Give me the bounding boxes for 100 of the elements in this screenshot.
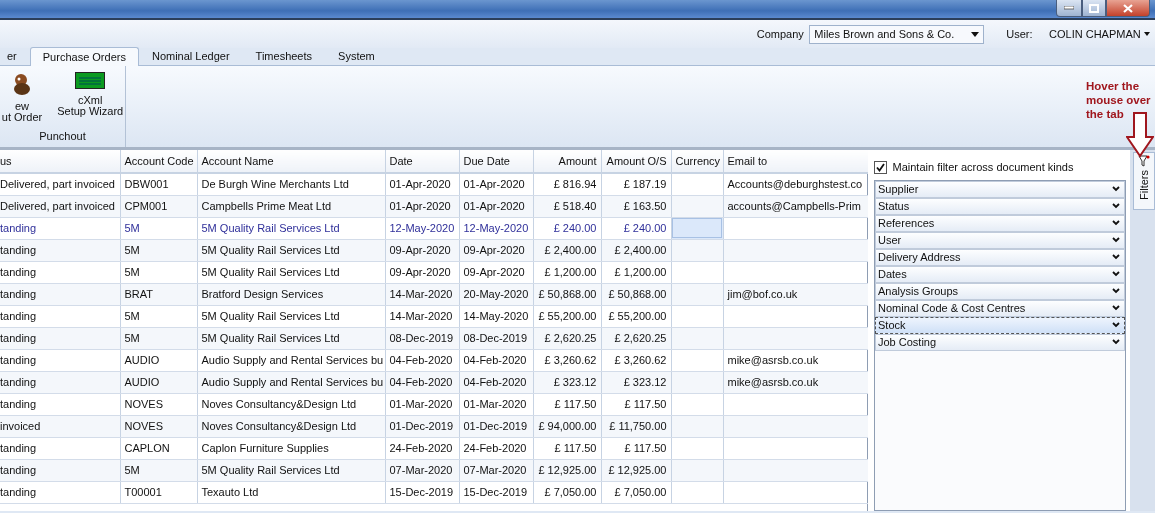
table-cell: mike@asrsb.co.uk bbox=[723, 371, 868, 393]
minimize-icon bbox=[1063, 6, 1074, 10]
ribbon-tab[interactable]: Timesheets bbox=[242, 45, 326, 65]
table-cell: Noves Consultancy&Design Ltd bbox=[197, 415, 385, 437]
column-header[interactable]: Account Name bbox=[197, 150, 385, 173]
filters-side-tab[interactable]: Filters bbox=[1132, 152, 1155, 210]
table-cell: £ 240.00 bbox=[601, 217, 671, 239]
table-cell: Bratford Design Services bbox=[197, 283, 385, 305]
table-cell: Caplon Furniture Supplies bbox=[197, 437, 385, 459]
user-menu[interactable]: COLIN CHAPMAN bbox=[1049, 25, 1150, 43]
chevron-icon bbox=[1112, 288, 1120, 294]
close-icon bbox=[1122, 3, 1133, 13]
table-cell: 14-May-2020 bbox=[459, 305, 533, 327]
close-button[interactable] bbox=[1105, 0, 1150, 17]
group-label: Punchout bbox=[39, 128, 86, 144]
filter-section[interactable]: Job Costing bbox=[875, 333, 1125, 351]
table-cell: tanding bbox=[0, 349, 120, 371]
table-cell: £ 117.50 bbox=[601, 393, 671, 415]
checkbox-label: Maintain filter across document kinds bbox=[892, 159, 1074, 175]
table-cell: 01-Apr-2020 bbox=[459, 173, 533, 195]
table-cell: £ 55,200.00 bbox=[601, 305, 671, 327]
annotation-text: Hover the mouse over the tab bbox=[1086, 80, 1152, 122]
table-cell: 01-Mar-2020 bbox=[459, 393, 533, 415]
table-cell: tanding bbox=[0, 261, 120, 283]
table-cell: jim@bof.co.uk bbox=[723, 283, 868, 305]
table-cell: 5M Quality Rail Services Ltd bbox=[197, 459, 385, 481]
column-header[interactable]: Date bbox=[385, 150, 459, 173]
ribbon-button[interactable]: cXml Setup Wizard bbox=[55, 71, 126, 117]
filter-icon bbox=[1137, 155, 1150, 167]
table-cell: 12-May-2020 bbox=[385, 217, 459, 239]
caret-icon bbox=[1143, 32, 1150, 36]
table-cell: £ 117.50 bbox=[533, 437, 601, 459]
ribbon-tab[interactable]: System bbox=[325, 45, 388, 65]
table-cell: tanding bbox=[0, 283, 120, 305]
table-cell: tanding bbox=[0, 393, 120, 415]
table-cell: Delivered, part invoiced bbox=[0, 195, 120, 217]
table-cell: £ 240.00 bbox=[533, 217, 601, 239]
table-cell: 5M bbox=[120, 261, 197, 283]
table-cell: £ 1,200.00 bbox=[601, 261, 671, 283]
table-cell: £ 187.19 bbox=[601, 173, 671, 195]
table-cell: 04-Feb-2020 bbox=[385, 349, 459, 371]
ribbon-tab[interactable]: Purchase Orders bbox=[29, 46, 139, 66]
maximize-button[interactable] bbox=[1081, 0, 1106, 17]
column-header[interactable]: Amount bbox=[533, 150, 601, 173]
table-cell: 5M Quality Rail Services Ltd bbox=[197, 239, 385, 261]
table-cell: £ 3,260.62 bbox=[601, 349, 671, 371]
maximize-icon bbox=[1088, 3, 1099, 13]
ribbon-tab[interactable]: Nominal Ledger bbox=[138, 45, 243, 65]
table-cell: £ 3,260.62 bbox=[533, 349, 601, 371]
table-cell: 04-Feb-2020 bbox=[459, 349, 533, 371]
user-label: User: bbox=[1006, 26, 1033, 42]
minimize-button[interactable] bbox=[1055, 0, 1082, 17]
table-cell: 24-Feb-2020 bbox=[385, 437, 459, 459]
table-cell: tanding bbox=[0, 305, 120, 327]
column-header[interactable]: Account Code bbox=[120, 150, 197, 173]
table-cell: tanding bbox=[0, 239, 120, 261]
table-cell: 01-Apr-2020 bbox=[385, 173, 459, 195]
table-cell: 24-Feb-2020 bbox=[459, 437, 533, 459]
table-cell: invoiced bbox=[0, 415, 120, 437]
ribbon-button[interactable]: ew ut Order bbox=[0, 71, 45, 123]
table-cell: 12-May-2020 bbox=[459, 217, 533, 239]
table-cell: NOVES bbox=[120, 393, 197, 415]
table-cell: tanding bbox=[0, 371, 120, 393]
table-cell: 09-Apr-2020 bbox=[459, 261, 533, 283]
chevron-icon bbox=[1112, 339, 1120, 345]
column-header[interactable]: us bbox=[0, 150, 120, 173]
table-cell: 5M Quality Rail Services Ltd bbox=[197, 305, 385, 327]
table-cell: tanding bbox=[0, 327, 120, 349]
table-cell: T00001 bbox=[120, 481, 197, 503]
cartoon-figure-icon bbox=[11, 71, 33, 96]
table-cell: Delivered, part invoiced bbox=[0, 173, 120, 195]
column-header[interactable]: Currency bbox=[671, 150, 723, 173]
checkbox[interactable] bbox=[874, 160, 887, 174]
table-cell: 15-Dec-2019 bbox=[385, 481, 459, 503]
table-cell: 14-Mar-2020 bbox=[385, 305, 459, 327]
column-header[interactable]: Due Date bbox=[459, 150, 533, 173]
table-cell: 09-Apr-2020 bbox=[385, 261, 459, 283]
table-cell: £ 816.94 bbox=[533, 173, 601, 195]
table-cell: 5M bbox=[120, 305, 197, 327]
table-cell: AUDIO bbox=[120, 349, 197, 371]
caret-icon bbox=[971, 31, 980, 37]
table-cell: £ 7,050.00 bbox=[533, 481, 601, 503]
display-icon bbox=[75, 71, 106, 90]
table-cell: Noves Consultancy&Design Ltd bbox=[197, 393, 385, 415]
column-header[interactable]: Email to bbox=[723, 150, 868, 173]
table-cell: £ 1,200.00 bbox=[533, 261, 601, 283]
chevron-icon bbox=[1112, 305, 1120, 311]
table-cell: tanding bbox=[0, 437, 120, 459]
table-cell: Texauto Ltd bbox=[197, 481, 385, 503]
filter-section[interactable]: Supplier bbox=[875, 180, 1125, 198]
company-dropdown[interactable]: Miles Brown and Sons & Co. bbox=[809, 24, 985, 44]
table-cell: £ 55,200.00 bbox=[533, 305, 601, 327]
chevron-icon bbox=[1112, 203, 1120, 209]
table-cell: 01-Mar-2020 bbox=[385, 393, 459, 415]
column-header[interactable]: Amount O/S bbox=[601, 150, 671, 173]
table-cell: Audio Supply and Rental Services bu bbox=[197, 349, 385, 371]
table-cell: £ 117.50 bbox=[533, 393, 601, 415]
chevron-icon bbox=[1112, 186, 1120, 192]
ribbon-tab[interactable]: er bbox=[6, 45, 30, 65]
table-cell: De Burgh Wine Merchants Ltd bbox=[197, 173, 385, 195]
